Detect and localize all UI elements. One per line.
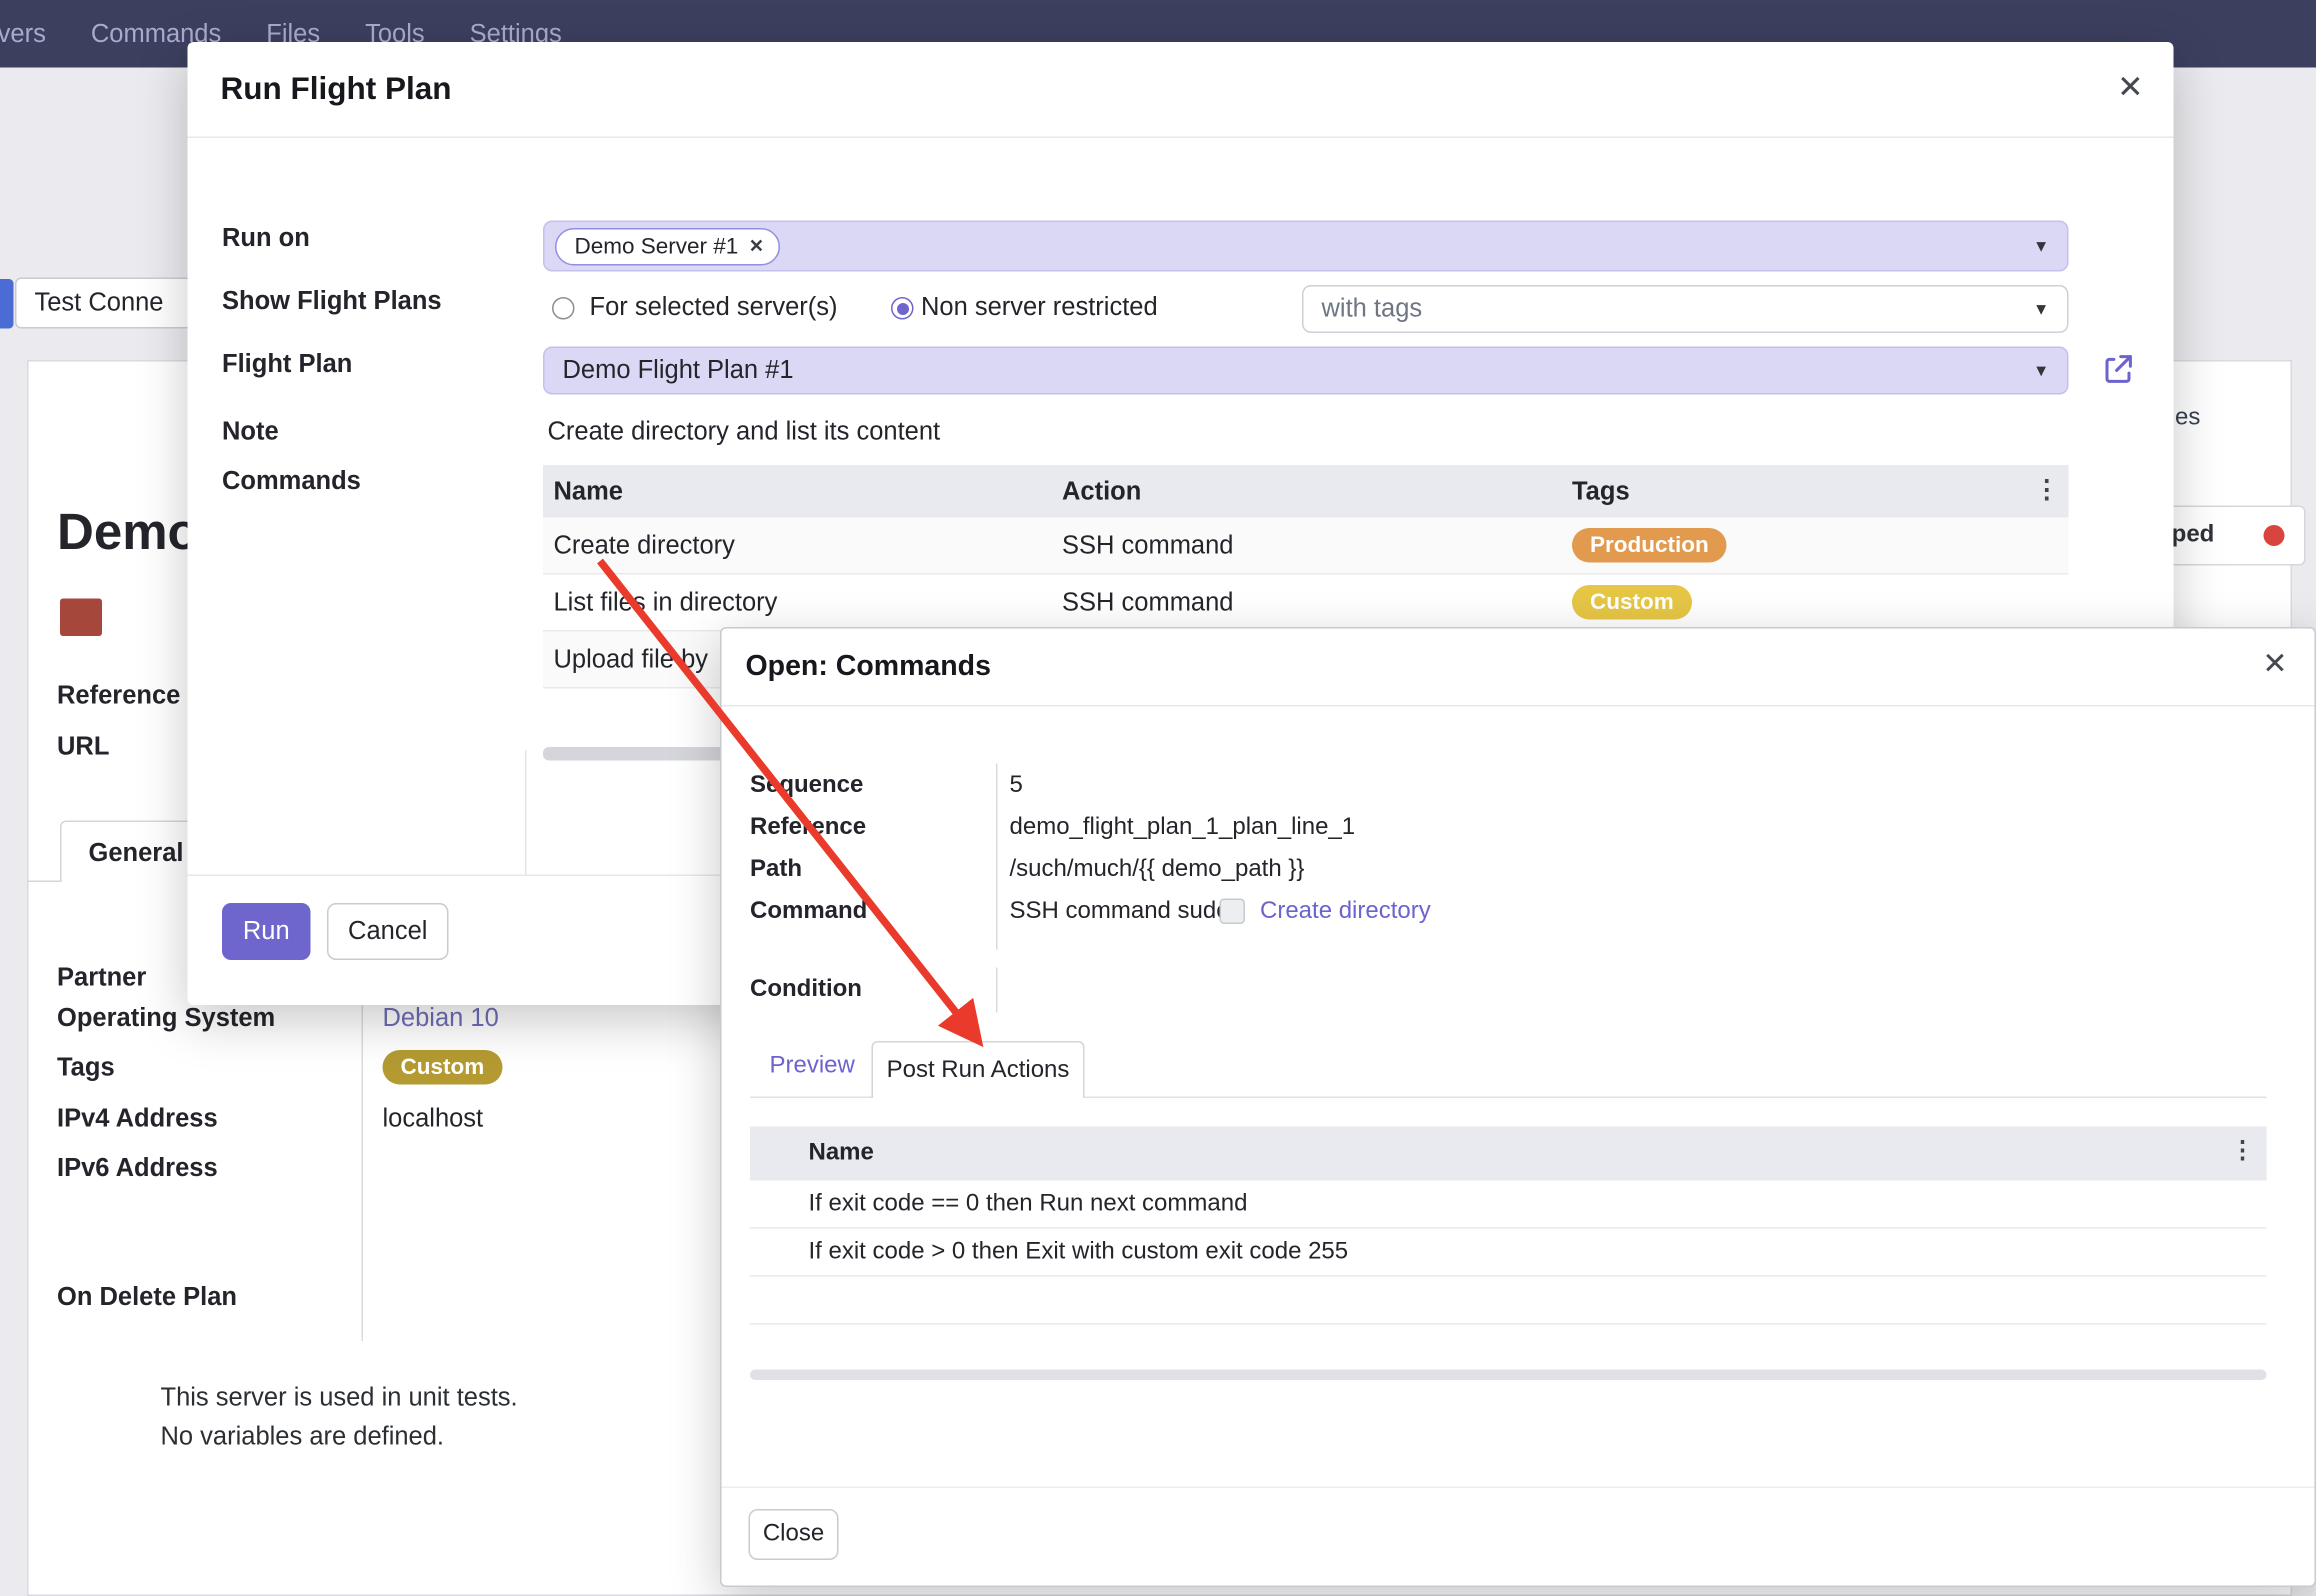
table-row[interactable]: List files in directory SSH command Cust… xyxy=(543,575,2069,632)
chip-remove-icon[interactable]: ✕ xyxy=(749,236,764,257)
run-on-label: Run on xyxy=(222,224,310,254)
modal-footer-divider xyxy=(722,1487,2315,1489)
run-modal-title: Run Flight Plan xyxy=(221,71,452,107)
tag-badge-custom: Custom xyxy=(1572,585,1692,620)
close-icon[interactable]: ✕ xyxy=(2262,650,2287,680)
path-value: /such/much/{{ demo_path }} xyxy=(1010,857,1305,884)
show-flight-plans-label: Show Flight Plans xyxy=(222,287,442,317)
col-tags: Tags xyxy=(1572,477,1630,507)
run-button[interactable]: Run xyxy=(222,903,311,960)
commands-modal-header: Open: Commands ✕ xyxy=(722,629,2315,707)
status-dot-icon xyxy=(2264,525,2285,546)
partner-label: Partner xyxy=(57,963,146,993)
field-separator xyxy=(996,764,998,950)
post-run-actions-table: Name ⋮ If exit code == 0 then Run next c… xyxy=(750,1127,2267,1325)
note-label: Note xyxy=(222,417,279,447)
chevron-down-icon: ▾ xyxy=(2036,359,2046,383)
flight-plan-label: Flight Plan xyxy=(222,350,352,380)
cell-name: Create directory xyxy=(554,531,735,561)
run-modal-header: Run Flight Plan ✕ xyxy=(188,42,2174,138)
col-action: Action xyxy=(1062,477,1141,507)
run-on-select[interactable]: Demo Server #1 ✕ ▾ xyxy=(543,221,2069,272)
condition-label: Condition xyxy=(750,977,862,1004)
os-label: Operating System xyxy=(57,1004,275,1034)
horizontal-scrollbar[interactable] xyxy=(750,1370,2267,1381)
command-checkbox[interactable] xyxy=(1220,899,1246,925)
close-icon[interactable]: ✕ xyxy=(2117,72,2143,104)
cell-name: If exit code == 0 then Run next command xyxy=(809,1191,1248,1218)
close-button[interactable]: Close xyxy=(749,1509,839,1560)
commands-label: Commands xyxy=(222,467,361,497)
radio-non-server-restricted[interactable] xyxy=(891,297,914,320)
unit-test-note: This server is used in unit tests. xyxy=(161,1383,518,1413)
server-color-swatch[interactable] xyxy=(60,599,102,637)
no-variables-note: No variables are defined. xyxy=(161,1422,445,1452)
url-label: URL xyxy=(57,732,109,762)
cancel-button[interactable]: Cancel xyxy=(327,903,449,960)
table-row[interactable]: If exit code > 0 then Exit with custom e… xyxy=(750,1229,2267,1277)
cell-action: SSH command xyxy=(1062,531,1233,561)
server-title: Demo xyxy=(57,504,199,563)
tab-post-run-actions[interactable]: Post Run Actions xyxy=(872,1041,1085,1098)
test-connection-button[interactable]: Test Conne xyxy=(15,278,192,329)
label-column-separator xyxy=(525,750,527,875)
edge-button-fragment[interactable] xyxy=(0,279,14,329)
col-name: Name xyxy=(554,477,623,507)
form-separator xyxy=(362,954,364,1341)
create-directory-link[interactable]: Create directory xyxy=(1260,899,1431,926)
external-link-icon[interactable] xyxy=(2102,353,2135,386)
ipv4-value: localhost xyxy=(383,1104,484,1134)
command-label: Command xyxy=(750,899,867,926)
reference-label: Reference xyxy=(750,815,866,842)
radio-non-server-restricted-label[interactable]: Non server restricted xyxy=(921,293,1158,323)
table-row[interactable]: Create directory SSH command Production xyxy=(543,518,2069,575)
tags-label: Tags xyxy=(57,1053,115,1083)
flight-plan-value: Demo Flight Plan #1 xyxy=(563,356,794,386)
command-value: SSH command sudo xyxy=(1010,899,1230,926)
with-tags-value: with tags xyxy=(1322,294,1423,324)
empty-table-row xyxy=(750,1277,2267,1325)
reference-value: demo_flight_plan_1_plan_line_1 xyxy=(1010,815,1356,842)
radio-for-selected-servers[interactable] xyxy=(552,297,575,320)
reference-label: Reference xyxy=(57,681,180,711)
server-chip-label: Demo Server #1 xyxy=(575,233,739,259)
smart-button-fragment[interactable]: es xyxy=(2175,405,2200,432)
chevron-down-icon: ▾ xyxy=(2036,297,2046,321)
tag-badge-custom[interactable]: Custom xyxy=(383,1050,503,1085)
flight-plan-description: Create directory and list its content xyxy=(548,417,941,447)
open-commands-modal: Open: Commands ✕ Sequence Reference Path… xyxy=(720,627,2316,1587)
on-delete-plan-label: On Delete Plan xyxy=(57,1283,237,1313)
commands-table-header: Name Action Tags ⋮ xyxy=(543,465,2069,518)
col-name: Name xyxy=(809,1140,874,1167)
with-tags-select[interactable]: with tags ▾ xyxy=(1302,285,2069,333)
tag-badge-production: Production xyxy=(1572,528,1727,563)
cell-name: Upload file by xyxy=(554,645,709,675)
post-run-table-header: Name ⋮ xyxy=(750,1127,2267,1181)
ipv4-label: IPv4 Address xyxy=(57,1104,218,1134)
ipv6-label: IPv6 Address xyxy=(57,1154,218,1184)
tab-preview[interactable]: Preview xyxy=(770,1053,855,1080)
flight-plan-select[interactable]: Demo Flight Plan #1 ▾ xyxy=(543,347,2069,395)
table-row[interactable]: If exit code == 0 then Run next command xyxy=(750,1181,2267,1229)
screen: Servers Commands Files Tools Settings Te… xyxy=(0,0,2316,1596)
os-value-link[interactable]: Debian 10 xyxy=(383,1004,499,1034)
cell-name: If exit code > 0 then Exit with custom e… xyxy=(809,1239,1349,1266)
cell-action: SSH command xyxy=(1062,588,1233,618)
sequence-label: Sequence xyxy=(750,773,863,800)
path-label: Path xyxy=(750,857,802,884)
kebab-menu-icon[interactable]: ⋮ xyxy=(2231,1140,2255,1164)
sequence-value: 5 xyxy=(1010,773,1023,800)
chevron-down-icon: ▾ xyxy=(2036,234,2046,258)
commands-modal-title: Open: Commands xyxy=(746,650,991,683)
kebab-menu-icon[interactable]: ⋮ xyxy=(2034,477,2060,503)
radio-for-selected-servers-label[interactable]: For selected server(s) xyxy=(590,293,838,323)
cell-name: List files in directory xyxy=(554,588,778,618)
condition-separator xyxy=(996,968,998,1013)
nav-item-servers[interactable]: Servers xyxy=(0,19,46,49)
server-chip[interactable]: Demo Server #1 ✕ xyxy=(555,227,780,265)
